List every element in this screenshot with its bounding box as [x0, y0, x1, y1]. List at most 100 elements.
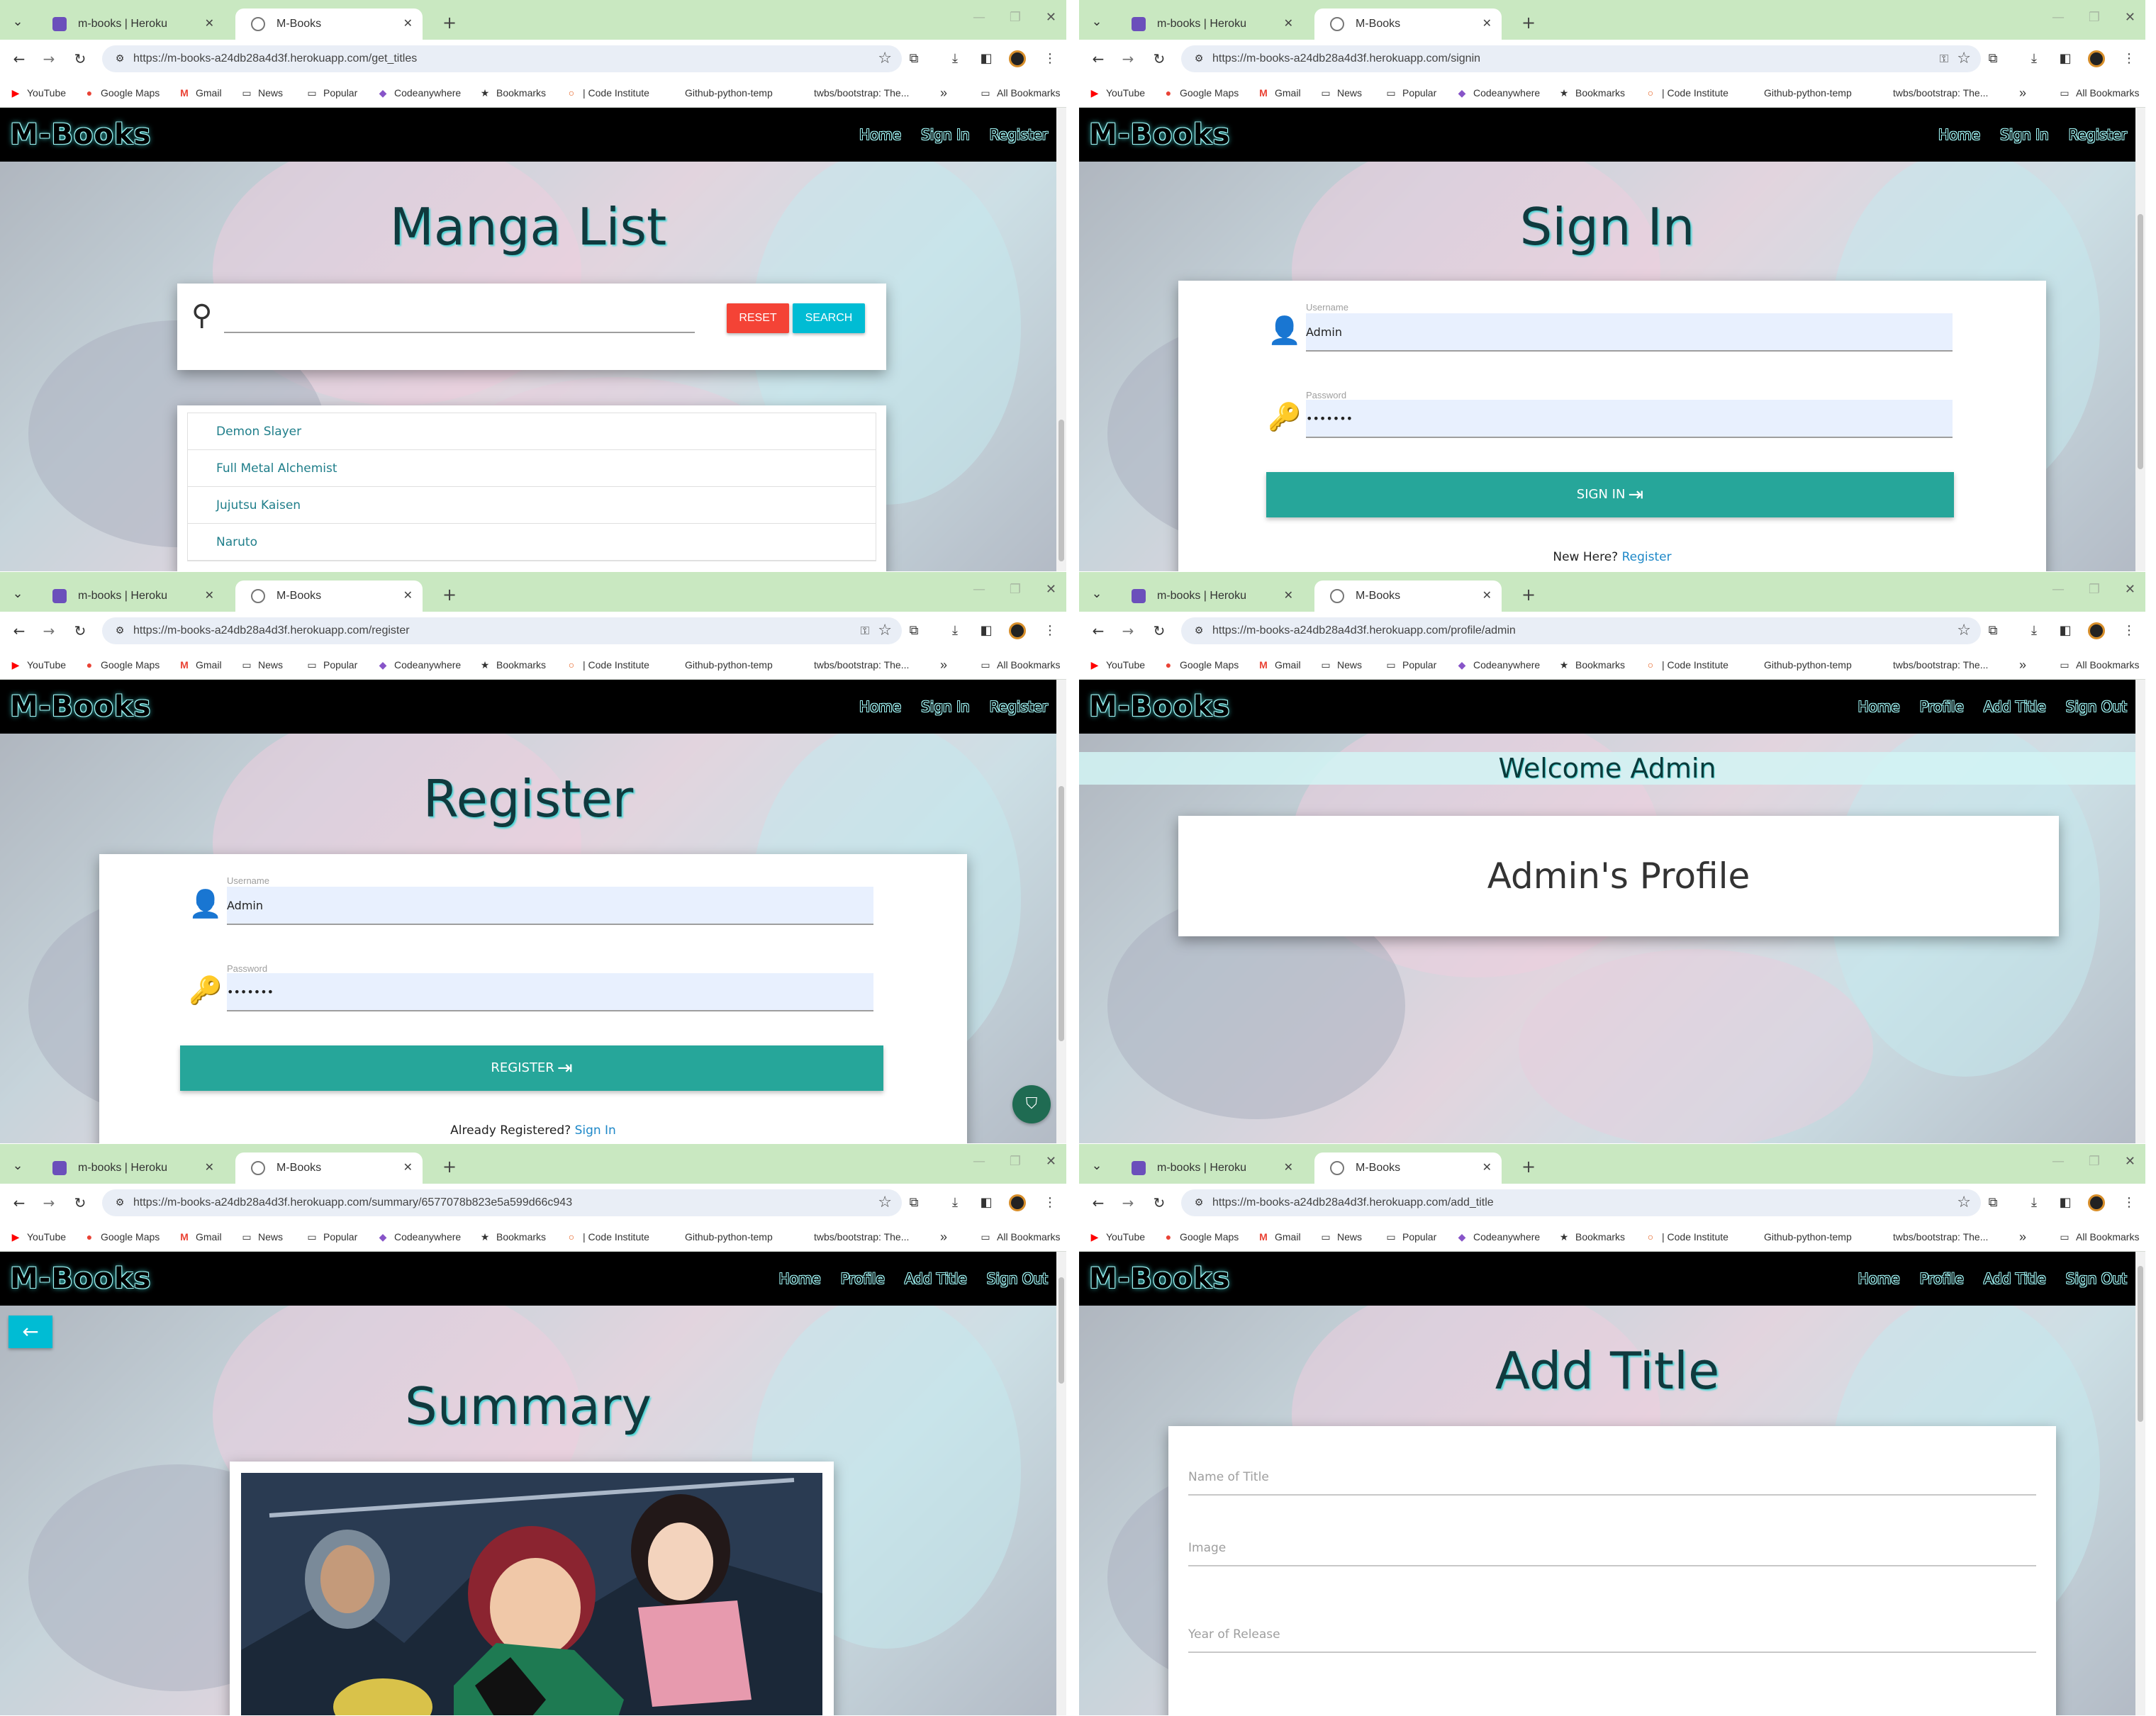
bookmark-code-institute[interactable]: ○ | Code Institute — [566, 78, 649, 108]
bookmark-code-institute[interactable]: ○ | Code Institute — [566, 650, 649, 680]
kebab-menu-icon[interactable]: ⋮ — [1038, 619, 1062, 643]
bookmark-codeanywhere[interactable]: ◆ Codeanywhere — [377, 78, 462, 108]
extensions-icon[interactable]: ⧉ — [1981, 47, 2005, 71]
scrollbar[interactable] — [1056, 680, 1066, 1143]
minimize-icon[interactable]: — — [2052, 10, 2065, 25]
nav-add-title[interactable]: Add Title — [1984, 1270, 2046, 1287]
nav-sign-out[interactable]: Sign Out — [2066, 1270, 2127, 1287]
new-tab-button[interactable]: + — [1516, 10, 1541, 35]
close-window-icon[interactable]: ✕ — [1046, 582, 1056, 597]
site-info-icon[interactable]: ⚙ — [112, 51, 128, 67]
bookmark-bookmarks[interactable]: ★ Bookmarks — [1558, 78, 1625, 108]
bookmark-youtube[interactable]: ▶ YouTube — [1089, 650, 1145, 680]
password-field[interactable]: ••••••• — [1306, 400, 1953, 438]
maximize-icon[interactable]: ❐ — [2089, 1154, 2100, 1169]
search-input[interactable] — [224, 302, 695, 333]
all-bookmarks-folder[interactable]: ▭ All Bookmarks — [2059, 78, 2139, 108]
bookmark-twbs-bootstrap[interactable]: twbs/bootstrap: The... — [814, 1222, 909, 1252]
forward-icon[interactable]: → — [37, 47, 61, 71]
side-panel-icon[interactable]: ◧ — [974, 1191, 998, 1215]
bookmark-folder-popular[interactable]: ▭ Popular — [306, 650, 357, 680]
bookmark-bookmarks[interactable]: ★ Bookmarks — [479, 650, 546, 680]
bookmark-codeanywhere[interactable]: ◆ Codeanywhere — [377, 1222, 462, 1252]
bookmark-github-python-temp[interactable]: Github-python-temp — [685, 1222, 773, 1252]
bookmark-google-maps[interactable]: ● Google Maps — [1163, 1222, 1239, 1252]
nav-profile[interactable]: Profile — [841, 1270, 885, 1287]
bookmarks-overflow-button[interactable]: » — [2019, 650, 2026, 680]
profile-avatar-icon[interactable] — [1005, 47, 1029, 71]
bookmarks-overflow-button[interactable]: » — [2019, 1222, 2026, 1252]
tab-mbooks[interactable]: M-Books ✕ — [235, 581, 423, 612]
bookmark-bookmarks[interactable]: ★ Bookmarks — [479, 78, 546, 108]
all-bookmarks-folder[interactable]: ▭ All Bookmarks — [2059, 1222, 2139, 1252]
bookmark-gmail[interactable]: M Gmail — [179, 650, 221, 680]
year-field[interactable]: Year of Release — [1188, 1616, 2036, 1653]
list-item[interactable]: Full Metal Alchemist — [188, 450, 876, 487]
bookmark-twbs-bootstrap[interactable]: twbs/bootstrap: The... — [1893, 78, 1988, 108]
close-tab-icon[interactable]: ✕ — [1482, 1153, 1492, 1184]
profile-avatar-icon[interactable] — [2084, 1191, 2108, 1215]
side-panel-icon[interactable]: ◧ — [2053, 47, 2077, 71]
username-field[interactable]: Admin — [227, 887, 873, 925]
close-tab-icon[interactable]: ✕ — [403, 9, 413, 40]
bookmark-star-icon[interactable]: ☆ — [1957, 50, 1971, 67]
bookmark-github-python-temp[interactable]: Github-python-temp — [685, 78, 773, 108]
nav-register[interactable]: Register — [990, 698, 1048, 715]
nav-add-title[interactable]: Add Title — [905, 1270, 967, 1287]
bookmark-folder-news[interactable]: ▭ News — [241, 78, 283, 108]
tab-heroku[interactable]: m-books | Heroku ✕ — [37, 581, 224, 612]
bookmark-folder-news[interactable]: ▭ News — [1320, 650, 1362, 680]
nav-sign-out[interactable]: Sign Out — [987, 1270, 1048, 1287]
extensions-icon[interactable]: ⧉ — [902, 1191, 926, 1215]
new-tab-button[interactable]: + — [1516, 582, 1541, 607]
back-arrow-button[interactable]: ← — [9, 1316, 52, 1348]
reload-icon[interactable]: ↻ — [1147, 1191, 1171, 1215]
side-panel-icon[interactable]: ◧ — [2053, 1191, 2077, 1215]
close-tab-icon[interactable]: ✕ — [403, 1153, 413, 1184]
bookmarks-overflow-button[interactable]: » — [940, 650, 947, 680]
bookmark-gmail[interactable]: M Gmail — [179, 1222, 221, 1252]
all-bookmarks-folder[interactable]: ▭ All Bookmarks — [980, 1222, 1060, 1252]
bookmark-folder-popular[interactable]: ▭ Popular — [306, 1222, 357, 1252]
bookmark-code-institute[interactable]: ○ | Code Institute — [1645, 1222, 1728, 1252]
tab-mbooks[interactable]: M-Books ✕ — [1314, 1153, 1502, 1184]
maximize-icon[interactable]: ❐ — [1010, 10, 1021, 25]
bookmark-code-institute[interactable]: ○ | Code Institute — [566, 1222, 649, 1252]
tab-mbooks[interactable]: M-Books ✕ — [235, 9, 423, 40]
sign-in-button[interactable]: SIGN IN ⇥ — [1266, 472, 1954, 517]
back-icon[interactable]: ← — [7, 47, 31, 71]
close-tab-icon[interactable]: ✕ — [205, 581, 214, 612]
site-info-icon[interactable]: ⚙ — [1191, 623, 1207, 639]
bookmark-google-maps[interactable]: ● Google Maps — [1163, 78, 1239, 108]
nav-profile[interactable]: Profile — [1920, 1270, 1964, 1287]
image-field[interactable]: Image — [1188, 1530, 2036, 1566]
extensions-icon[interactable]: ⧉ — [902, 47, 926, 71]
bookmark-star-icon[interactable]: ☆ — [1957, 622, 1971, 639]
tab-search-icon[interactable]: ⌄ — [1086, 1155, 1107, 1177]
reset-button[interactable]: RESET — [727, 303, 789, 333]
bookmark-youtube[interactable]: ▶ YouTube — [10, 1222, 66, 1252]
minimize-icon[interactable]: — — [973, 582, 985, 597]
bookmark-gmail[interactable]: M Gmail — [1258, 650, 1300, 680]
kebab-menu-icon[interactable]: ⋮ — [1038, 1191, 1062, 1215]
profile-avatar-icon[interactable] — [2084, 47, 2108, 71]
nav-home[interactable]: Home — [859, 698, 901, 715]
tab-mbooks[interactable]: M-Books ✕ — [1314, 581, 1502, 612]
bookmark-star-icon[interactable]: ☆ — [1957, 1194, 1971, 1211]
minimize-icon[interactable]: — — [973, 1154, 985, 1169]
close-window-icon[interactable]: ✕ — [1046, 10, 1056, 25]
address-bar[interactable]: ⚙ https://m-books-a24db28a4d3f.herokuapp… — [102, 1189, 902, 1216]
minimize-icon[interactable]: — — [973, 10, 985, 25]
kebab-menu-icon[interactable]: ⋮ — [1038, 47, 1062, 71]
bookmark-bookmarks[interactable]: ★ Bookmarks — [1558, 650, 1625, 680]
bookmarks-overflow-button[interactable]: » — [940, 1222, 947, 1252]
tab-search-icon[interactable]: ⌄ — [7, 11, 28, 33]
bookmark-gmail[interactable]: M Gmail — [1258, 1222, 1300, 1252]
nav-home[interactable]: Home — [859, 126, 901, 143]
close-window-icon[interactable]: ✕ — [2125, 582, 2135, 597]
bookmark-codeanywhere[interactable]: ◆ Codeanywhere — [1456, 650, 1541, 680]
nav-sign-in[interactable]: Sign In — [2000, 126, 2049, 143]
back-icon[interactable]: ← — [7, 1191, 31, 1215]
site-info-icon[interactable]: ⚙ — [1191, 1195, 1207, 1211]
bookmark-codeanywhere[interactable]: ◆ Codeanywhere — [1456, 78, 1541, 108]
